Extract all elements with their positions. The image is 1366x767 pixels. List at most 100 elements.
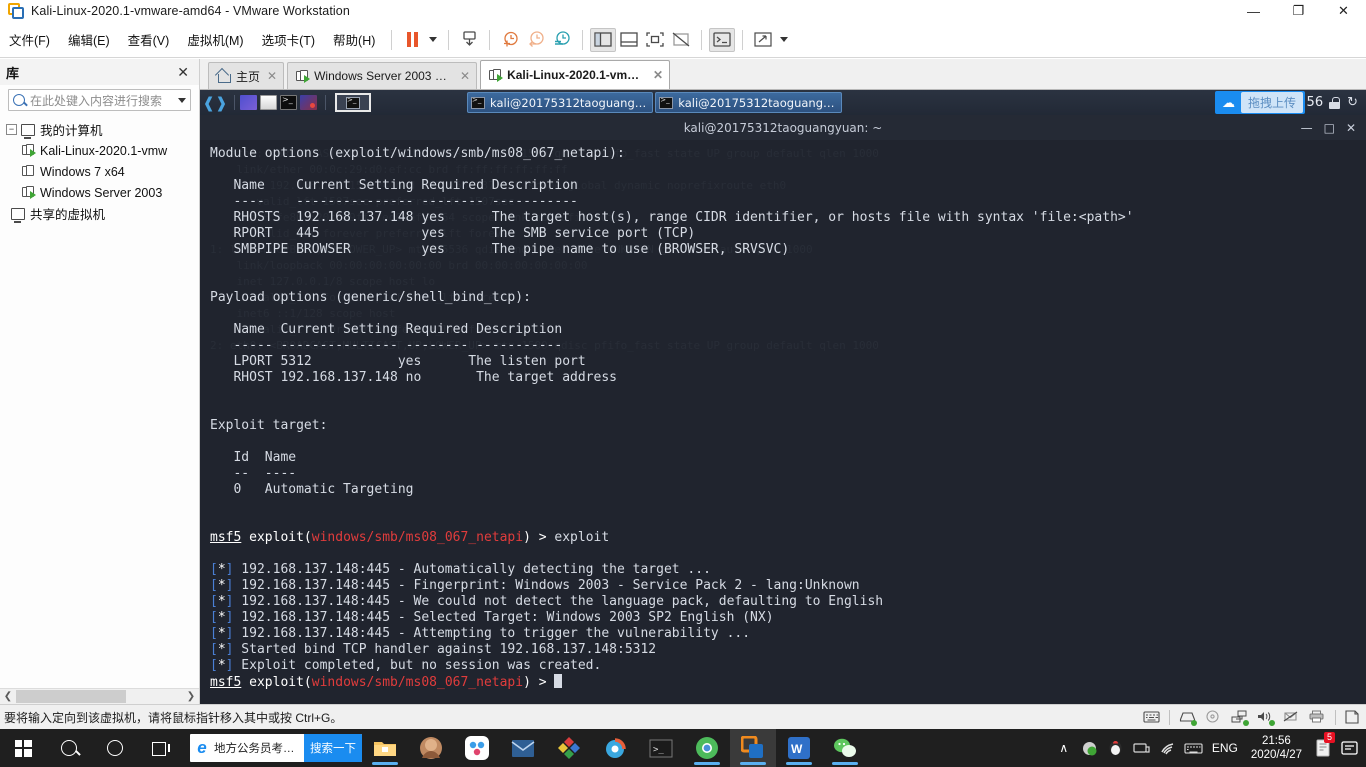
tray-wifi-icon[interactable] bbox=[1155, 729, 1181, 767]
sound-card-status-icon[interactable] bbox=[1257, 710, 1275, 726]
close-button[interactable]: ✕ bbox=[1321, 0, 1366, 22]
full-screen-icon[interactable] bbox=[642, 28, 668, 52]
start-button[interactable] bbox=[0, 729, 46, 767]
show-hidden-icons-button[interactable]: ∧ bbox=[1051, 729, 1077, 767]
suspend-button[interactable] bbox=[399, 28, 425, 52]
menu-edit[interactable]: 编辑(E) bbox=[59, 27, 119, 52]
menu-file[interactable]: 文件(F) bbox=[0, 27, 59, 52]
taskbar-terminal[interactable]: >_ bbox=[638, 729, 684, 767]
minimize-button[interactable]: — bbox=[1231, 0, 1276, 22]
taskbar-explorer[interactable] bbox=[362, 729, 408, 767]
taskbar-mail[interactable] bbox=[500, 729, 546, 767]
taskbar-wechat[interactable] bbox=[822, 729, 868, 767]
tree-vm-kali[interactable]: Kali-Linux-2020.1-vmw bbox=[0, 140, 199, 161]
tray-input-method-icon[interactable] bbox=[1129, 729, 1155, 767]
taskbar-wps[interactable]: W bbox=[776, 729, 822, 767]
taskbar-chrome[interactable] bbox=[684, 729, 730, 767]
chevron-down-icon[interactable] bbox=[178, 97, 186, 103]
menu-vm[interactable]: 虚拟机(M) bbox=[178, 27, 252, 52]
taskbar-task-terminal-2[interactable]: kali@20175312taoguang… bbox=[655, 92, 842, 113]
tab-kali[interactable]: Kali-Linux-2020.1-vmwar... ✕ bbox=[480, 60, 671, 89]
launcher-terminal-emulator-icon[interactable] bbox=[240, 95, 257, 110]
search-input[interactable]: 地方公务员考试报... bbox=[214, 740, 304, 756]
cd-dvd-status-icon[interactable] bbox=[1205, 710, 1222, 725]
tray-qq-icon[interactable] bbox=[1103, 729, 1129, 767]
vmware-app-icon bbox=[8, 3, 24, 19]
internet-explorer-icon: e bbox=[197, 738, 207, 757]
task-view-button[interactable] bbox=[138, 729, 184, 767]
library-search-box[interactable]: 在此处键入内容进行搜索 bbox=[8, 89, 191, 111]
taskbar-task-terminal-1[interactable]: kali@20175312taoguang… bbox=[467, 92, 654, 113]
scrollbar-thumb[interactable] bbox=[16, 689, 126, 703]
baidu-netdisk-upload-overlay[interactable]: ☁ 拖拽上传 bbox=[1214, 91, 1305, 114]
tab-close-icon[interactable]: ✕ bbox=[653, 68, 663, 82]
show-thumbnail-bar-icon[interactable] bbox=[616, 28, 642, 52]
terminal-minimize-button[interactable]: — bbox=[1301, 121, 1313, 135]
scroll-left-icon[interactable]: ❮ bbox=[0, 689, 16, 705]
terminal-close-button[interactable]: ✕ bbox=[1346, 121, 1356, 135]
launcher-terminal-icon[interactable] bbox=[280, 95, 297, 110]
usb-device-status-icon[interactable] bbox=[1283, 710, 1300, 725]
kali-menu-icon[interactable]: ❰❱ bbox=[202, 92, 227, 114]
tree-my-computer[interactable]: − 我的计算机 bbox=[0, 119, 199, 140]
scrollbar-track[interactable] bbox=[16, 688, 183, 705]
scroll-right-icon[interactable]: ❯ bbox=[183, 689, 199, 705]
menu-tabs[interactable]: 选项卡(T) bbox=[253, 27, 324, 52]
stretch-dropdown-caret-icon[interactable] bbox=[776, 28, 792, 52]
tab-close-icon[interactable]: ✕ bbox=[267, 69, 277, 83]
printer-status-icon[interactable] bbox=[1309, 710, 1326, 725]
tab-win2003[interactable]: Windows Server 2003 Enterpr... ✕ bbox=[287, 62, 478, 89]
tree-shared-vms[interactable]: 共享的虚拟机 bbox=[0, 203, 199, 224]
tree-vm-win7[interactable]: Windows 7 x64 bbox=[0, 161, 199, 182]
search-submit-button[interactable]: 搜索一下 bbox=[304, 734, 362, 762]
expander-icon[interactable]: − bbox=[6, 124, 17, 135]
taskbar-vmware[interactable] bbox=[730, 729, 776, 767]
launcher-file-manager-icon[interactable] bbox=[260, 95, 277, 110]
manage-snapshots-icon[interactable] bbox=[549, 28, 575, 52]
vmware-workstation-window: Kali-Linux-2020.1-vmware-amd64 - VMware … bbox=[0, 0, 1366, 767]
search-input[interactable]: 在此处键入内容进行搜索 bbox=[30, 92, 178, 109]
launcher-browser-icon[interactable] bbox=[300, 95, 317, 110]
unity-mode-icon[interactable] bbox=[668, 28, 694, 52]
tab-close-icon[interactable]: ✕ bbox=[460, 69, 470, 83]
lock-icon[interactable] bbox=[1329, 96, 1341, 109]
take-snapshot-icon[interactable] bbox=[497, 28, 523, 52]
terminal-window[interactable]: kali@20175312taoguangyuan: ~ — □ ✕ 2: et… bbox=[200, 115, 1366, 704]
terminal-body[interactable]: 2: eth0: <BROADCAST,MULTICAST,UP,LOWER_U… bbox=[200, 140, 1366, 704]
tray-notes-icon[interactable]: 5 bbox=[1310, 729, 1336, 767]
power-icon[interactable]: ↻ bbox=[1347, 95, 1358, 110]
tab-home[interactable]: 主页 ✕ bbox=[208, 62, 285, 89]
hard-disk-status-icon[interactable] bbox=[1179, 710, 1197, 726]
menu-help[interactable]: 帮助(H) bbox=[324, 27, 384, 52]
taskbar-clock[interactable]: 21:56 2020/4/27 bbox=[1243, 734, 1310, 762]
power-dropdown-caret-icon[interactable] bbox=[425, 28, 441, 52]
show-library-icon[interactable] bbox=[590, 27, 617, 52]
snapshot-manager-icon[interactable] bbox=[456, 28, 482, 52]
ie-search-widget[interactable]: e 地方公务员考试报... 搜索一下 bbox=[190, 734, 362, 762]
console-view-icon[interactable] bbox=[709, 27, 736, 52]
keyboard-status-icon[interactable] bbox=[1143, 710, 1160, 725]
workspace-switcher[interactable] bbox=[335, 93, 371, 112]
taskbar-photo-app[interactable] bbox=[408, 729, 454, 767]
guest-os-screen[interactable]: ❰❱ kali@20175312taoguang… kali@20175312t… bbox=[200, 90, 1366, 704]
menu-view[interactable]: 查看(V) bbox=[119, 27, 179, 52]
tray-security-icon[interactable] bbox=[1077, 729, 1103, 767]
library-horizontal-scrollbar[interactable]: ❮ ❯ bbox=[0, 688, 199, 705]
tray-language-indicator[interactable]: ENG bbox=[1207, 729, 1243, 767]
search-icon bbox=[61, 740, 77, 756]
cortana-button[interactable] bbox=[92, 729, 138, 767]
action-center-button[interactable] bbox=[1336, 729, 1362, 767]
tree-vm-win2003[interactable]: Windows Server 2003 bbox=[0, 182, 199, 203]
library-close-icon[interactable]: ✕ bbox=[173, 64, 193, 81]
taskbar-browser-360[interactable] bbox=[592, 729, 638, 767]
message-log-icon[interactable] bbox=[1345, 710, 1362, 725]
revert-snapshot-icon[interactable] bbox=[523, 28, 549, 52]
stretch-guest-icon[interactable] bbox=[750, 28, 776, 52]
terminal-maximize-button[interactable]: □ bbox=[1324, 121, 1335, 135]
network-adapter-status-icon[interactable] bbox=[1231, 710, 1249, 726]
tray-keyboard-icon[interactable] bbox=[1181, 729, 1207, 767]
taskbar-search-button[interactable] bbox=[46, 729, 92, 767]
maximize-button[interactable]: ❐ bbox=[1276, 0, 1321, 22]
taskbar-office[interactable] bbox=[546, 729, 592, 767]
taskbar-baidu-netdisk[interactable] bbox=[454, 729, 500, 767]
